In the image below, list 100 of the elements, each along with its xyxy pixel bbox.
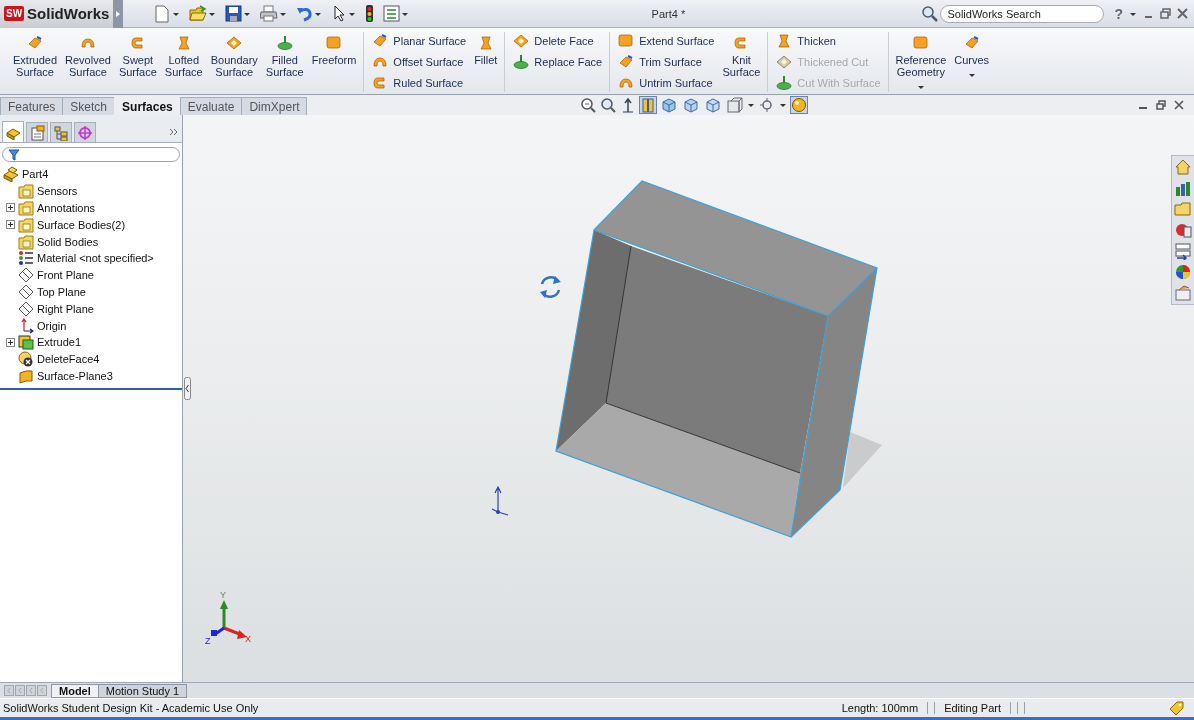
- command-tab[interactable]: DimXpert: [241, 97, 308, 115]
- ribbon-button[interactable]: Thicken: [775, 32, 881, 50]
- caret-icon[interactable]: [967, 72, 976, 78]
- ribbon-button[interactable]: Trim Surface: [617, 53, 715, 71]
- help-button[interactable]: ?: [1114, 5, 1123, 22]
- search-field[interactable]: SolidWorks Search: [940, 4, 1105, 23]
- tree-item[interactable]: Surface-Plane3: [37, 369, 113, 382]
- close-icon[interactable]: [1174, 100, 1184, 110]
- tree-item[interactable]: Sensors: [37, 185, 78, 198]
- ribbon-button[interactable]: Curves: [951, 32, 993, 80]
- ribbon-button[interactable]: Fillet: [471, 32, 501, 68]
- axis-label: Z: [205, 636, 211, 646]
- design-library-icon[interactable]: [1174, 179, 1192, 197]
- axis-label: Y: [220, 590, 226, 600]
- tree-item[interactable]: Right Plane: [37, 302, 94, 315]
- appearances-icon[interactable]: [1174, 263, 1192, 281]
- ribbon-button[interactable]: Filled Surface: [262, 32, 307, 80]
- ribbon-button[interactable]: Extend Surface: [617, 32, 715, 50]
- print-icon[interactable]: [260, 5, 279, 22]
- tree-item[interactable]: Surface Bodies(2): [37, 218, 126, 231]
- caret-icon[interactable]: [314, 10, 323, 17]
- home-icon[interactable]: [1174, 158, 1192, 176]
- filter-field[interactable]: [2, 147, 180, 162]
- splitter-handle-icon[interactable]: [184, 377, 191, 400]
- close-icon[interactable]: [1177, 8, 1188, 19]
- tree-item[interactable]: Origin: [37, 319, 67, 332]
- ribbon-button[interactable]: Revolved Surface: [62, 32, 114, 80]
- expand-icon[interactable]: [5, 220, 15, 230]
- model-tab[interactable]: Motion Study 1: [97, 683, 188, 698]
- menu-flyout-button[interactable]: [113, 0, 124, 28]
- section-view-icon[interactable]: [640, 97, 657, 113]
- caret-icon[interactable]: [916, 84, 925, 90]
- tree-item[interactable]: Top Plane: [37, 285, 86, 298]
- caret-icon[interactable]: [172, 10, 181, 17]
- tool-icon: [512, 53, 531, 71]
- list-icon[interactable]: [1174, 242, 1192, 260]
- restore-icon[interactable]: [1156, 100, 1166, 110]
- caret-icon[interactable]: [279, 10, 288, 17]
- ribbon-button[interactable]: Extruded Surface: [10, 32, 61, 80]
- command-tab[interactable]: Features: [0, 97, 64, 115]
- restore-icon[interactable]: [1160, 8, 1171, 19]
- filter-icon: [8, 149, 20, 161]
- panel-tab[interactable]: [2, 121, 24, 142]
- traffic-light-icon[interactable]: [365, 5, 375, 22]
- view-palette-icon[interactable]: [1174, 221, 1192, 239]
- ribbon-button[interactable]: Freeform: [308, 32, 360, 68]
- appearance-icon[interactable]: [726, 97, 744, 113]
- ribbon-button[interactable]: Replace Face: [512, 53, 603, 71]
- view-orientation-icon[interactable]: [660, 96, 679, 114]
- expand-icon[interactable]: [5, 337, 15, 347]
- ribbon-button[interactable]: Knit Surface: [719, 32, 764, 80]
- folder-icon: [18, 216, 34, 233]
- undo-icon[interactable]: [296, 5, 314, 22]
- display-style-icon[interactable]: [682, 96, 701, 114]
- caret-icon[interactable]: [1129, 10, 1137, 17]
- tree-item[interactable]: Annotations: [37, 202, 96, 214]
- folder-icon: [18, 183, 34, 200]
- caret-icon[interactable]: [779, 102, 788, 108]
- panel-tab[interactable]: [74, 122, 96, 142]
- tree-item[interactable]: DeleteFace4: [37, 353, 100, 366]
- ribbon-button[interactable]: Ruled Surface: [371, 74, 467, 92]
- expand-icon[interactable]: [5, 203, 15, 213]
- plane-icon: [18, 283, 34, 300]
- tree-item[interactable]: Part4: [22, 168, 49, 181]
- caret-icon[interactable]: [243, 10, 252, 17]
- panel-tab[interactable]: [26, 122, 48, 142]
- caret-icon[interactable]: [401, 10, 410, 17]
- custom-properties-icon[interactable]: [1174, 284, 1192, 302]
- crosshair-icon: [77, 124, 93, 141]
- save-icon[interactable]: [225, 5, 243, 22]
- command-tab[interactable]: Sketch: [62, 97, 116, 115]
- command-tab[interactable]: Evaluate: [179, 97, 243, 115]
- ribbon-button[interactable]: Lofted Surface: [161, 32, 206, 80]
- tree-item[interactable]: Front Plane: [37, 269, 94, 282]
- ribbon-button[interactable]: Delete Face: [512, 32, 603, 50]
- zoom-area-icon[interactable]: [600, 97, 617, 113]
- model-tab[interactable]: Model: [51, 683, 99, 698]
- search-icon[interactable]: [921, 5, 939, 22]
- caret-icon[interactable]: [348, 10, 357, 17]
- apply-scene-icon[interactable]: [791, 97, 808, 113]
- ribbon-button[interactable]: Swept Surface: [115, 32, 160, 80]
- caret-icon[interactable]: [747, 102, 756, 108]
- tag-icon[interactable]: [1168, 699, 1185, 717]
- tree-item[interactable]: Material <not specified>: [37, 252, 154, 265]
- caret-icon[interactable]: [208, 10, 217, 17]
- ribbon-button[interactable]: Planar Surface: [371, 32, 467, 50]
- ribbon-button[interactable]: Boundary Surface: [207, 32, 261, 80]
- shadow: [843, 432, 882, 488]
- logo-badge: SW: [4, 6, 25, 21]
- ribbon-button[interactable]: Untrim Surface: [617, 74, 715, 92]
- zoom-to-fit-icon[interactable]: [580, 97, 597, 113]
- chevron-icon[interactable]: [169, 128, 178, 136]
- ribbon-button[interactable]: Reference Geometry: [892, 32, 950, 92]
- tool-icon: [275, 34, 294, 52]
- ribbon-button[interactable]: Offset Surface: [371, 53, 467, 71]
- panel-tab[interactable]: [50, 122, 72, 142]
- tree-item[interactable]: Solid Bodies: [37, 235, 99, 248]
- tool-icon: [617, 32, 636, 50]
- hide-show-icon[interactable]: [704, 96, 723, 114]
- tree-item[interactable]: Extrude1: [37, 336, 82, 349]
